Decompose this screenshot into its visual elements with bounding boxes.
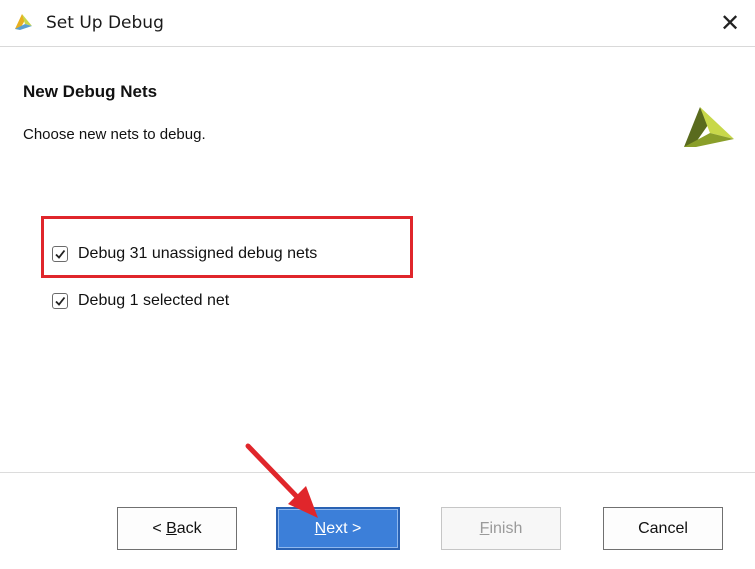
next-button-mnemonic: N (314, 519, 327, 537)
window-title: Set Up Debug (46, 13, 164, 33)
finish-button-mnemonic: F (479, 519, 490, 537)
title-bar: Set Up Debug ✕ (0, 0, 755, 47)
annotation-arrow-icon (245, 443, 318, 518)
page-subtitle: Choose new nets to debug. (23, 126, 206, 143)
next-button-rest: ext > (326, 519, 362, 537)
close-icon[interactable]: ✕ (715, 8, 745, 38)
vivado-logo-icon (684, 107, 734, 147)
page-title: New Debug Nets (23, 82, 158, 101)
cancel-button[interactable]: Cancel (603, 507, 723, 550)
annotation-highlight-box (41, 216, 413, 278)
back-button-rest: ack (176, 519, 202, 537)
vivado-logo-icon (15, 14, 32, 30)
finish-button[interactable]: Finish (441, 507, 561, 550)
wizard-content (0, 167, 755, 472)
back-button-mnemonic: B (166, 519, 177, 537)
checkmark-icon (55, 296, 66, 306)
wizard-header (0, 47, 755, 167)
checkbox[interactable] (52, 293, 68, 309)
finish-button-rest: inish (489, 519, 523, 537)
back-button-prefix: < (152, 519, 167, 537)
option-selected-net[interactable]: Debug 1 selected net (52, 290, 229, 312)
back-button[interactable]: < Back (117, 507, 237, 550)
option-label: Debug 1 selected net (78, 292, 230, 309)
